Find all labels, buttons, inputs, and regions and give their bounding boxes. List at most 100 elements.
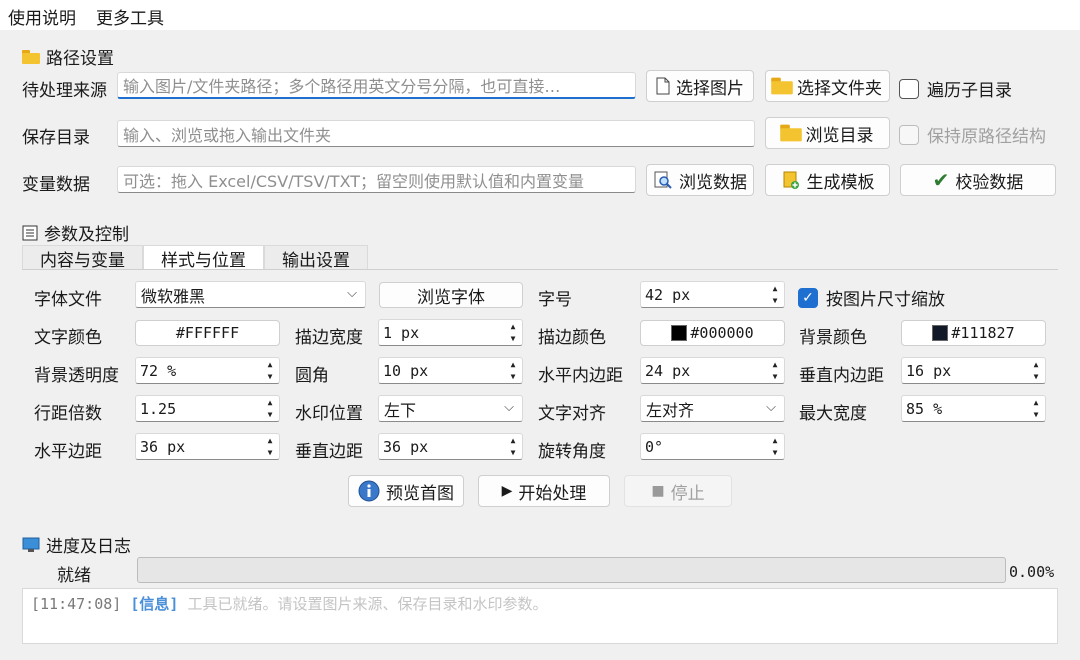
- validate-label: 校验数据: [955, 172, 1024, 193]
- scale-box-checked[interactable]: ✓: [798, 287, 818, 308]
- stepper-arrows-icon[interactable]: ▲ ▼: [1029, 398, 1043, 420]
- stepper-arrows-icon[interactable]: ▲ ▼: [768, 284, 782, 306]
- stepper-arrows-icon[interactable]: ▲ ▼: [263, 436, 277, 458]
- scale-by-image-label: 按图片尺寸缩放: [826, 290, 945, 310]
- rotation-stepper[interactable]: 0° ▲ ▼: [640, 433, 785, 460]
- log-message: 工具已就绪。请设置图片来源、保存目录和水印参数。: [187, 595, 548, 613]
- stepper-arrows-icon[interactable]: ▲ ▼: [768, 436, 782, 458]
- bg-color-swatch: [932, 325, 949, 341]
- browse-data-button[interactable]: 浏览数据: [646, 164, 754, 196]
- h-padding-stepper[interactable]: 24 px ▲ ▼: [640, 357, 785, 384]
- source-input[interactable]: 输入图片/文件夹路径；多个路径用英文分号分隔，也可直接…: [117, 72, 636, 99]
- v-padding-stepper[interactable]: 16 px ▲ ▼: [901, 357, 1046, 384]
- font-file-select[interactable]: 微软雅黑 ⌵: [135, 281, 366, 308]
- position-label: 水印位置: [295, 404, 363, 424]
- radius-stepper[interactable]: 10 px ▲ ▼: [378, 357, 523, 384]
- text-color-value: #FFFFFF: [175, 324, 240, 342]
- stepper-arrows-icon[interactable]: ▲ ▼: [263, 360, 277, 382]
- stepper-arrows-icon[interactable]: ▲ ▼: [506, 360, 520, 382]
- stepper-arrows-icon[interactable]: ▲ ▼: [1029, 360, 1043, 382]
- rotation-value: 0°: [645, 437, 664, 456]
- h-margin-stepper[interactable]: 36 px ▲ ▼: [135, 433, 280, 460]
- stroke-width-label: 描边宽度: [295, 328, 363, 348]
- stepper-arrows-icon[interactable]: ▲ ▼: [506, 322, 520, 344]
- line-spacing-value: 1.25: [140, 399, 177, 418]
- max-width-stepper[interactable]: 85 % ▲ ▼: [901, 395, 1046, 422]
- tab-content-vars[interactable]: 内容与变量: [22, 245, 143, 271]
- select-folder-label: 选择文件夹: [797, 78, 882, 99]
- gen-template-label: 生成模板: [806, 172, 875, 193]
- progress-percent: 0.00%: [1009, 563, 1055, 581]
- radius-label: 圆角: [295, 366, 329, 386]
- list-icon: [22, 225, 38, 240]
- source-placeholder: 输入图片/文件夹路径；多个路径用英文分号分隔，也可直接…: [123, 77, 561, 96]
- browse-font-button[interactable]: 浏览字体: [379, 282, 523, 308]
- preview-label: 预览首图: [386, 483, 454, 504]
- folder-icon: [779, 124, 802, 142]
- start-button[interactable]: ▶ 开始处理: [478, 475, 610, 507]
- browse-font-label: 浏览字体: [417, 287, 485, 308]
- bg-color-button[interactable]: #111827: [901, 320, 1046, 346]
- max-width-label: 最大宽度: [799, 404, 867, 424]
- output-label: 保存目录: [22, 128, 90, 148]
- check-icon: ✔: [932, 168, 950, 192]
- line-spacing-label: 行距倍数: [34, 404, 102, 424]
- align-select[interactable]: 左对齐 ⌵: [640, 395, 785, 422]
- stroke-width-stepper[interactable]: 1 px ▲ ▼: [378, 319, 523, 346]
- browse-dir-button[interactable]: 浏览目录: [765, 117, 890, 149]
- tab-divider: [22, 269, 1058, 270]
- rotation-label: 旋转角度: [538, 442, 606, 462]
- stepper-arrows-icon[interactable]: ▲ ▼: [768, 360, 782, 382]
- select-folder-button[interactable]: 选择文件夹: [765, 70, 890, 102]
- section-params: 参数及控制: [22, 220, 129, 245]
- stepper-arrows-icon[interactable]: ▲ ▼: [263, 398, 277, 420]
- v-margin-label: 垂直边距: [295, 442, 363, 462]
- menu-more-tools[interactable]: 更多工具: [96, 4, 164, 29]
- stop-icon: ■: [651, 483, 665, 499]
- keep-structure-label: 保持原路径结构: [927, 127, 1046, 147]
- select-images-button[interactable]: 选择图片: [646, 70, 754, 102]
- h-padding-label: 水平内边距: [538, 366, 623, 386]
- font-size-stepper[interactable]: 42 px ▲ ▼: [640, 281, 785, 308]
- keep-structure-box[interactable]: [899, 124, 919, 145]
- vars-input[interactable]: 可选：拖入 Excel/CSV/TSV/TXT；留空则使用默认值和内置变量: [117, 166, 636, 193]
- bg-opacity-stepper[interactable]: 72 % ▲ ▼: [135, 357, 280, 384]
- play-icon: ▶: [501, 483, 513, 499]
- font-file-label: 字体文件: [34, 290, 102, 310]
- stroke-color-button[interactable]: #000000: [640, 320, 785, 346]
- gen-template-button[interactable]: 生成模板: [765, 164, 890, 196]
- h-margin-value: 36 px: [140, 437, 186, 456]
- output-input[interactable]: 输入、浏览或拖入输出文件夹: [117, 120, 755, 147]
- info-icon: [358, 480, 380, 502]
- stop-button[interactable]: ■ 停止: [624, 475, 732, 507]
- chevron-down-icon: ⌵: [504, 400, 514, 415]
- bg-color-value: #111827: [951, 324, 1015, 342]
- recurse-checkbox[interactable]: 遍历子目录: [899, 76, 1012, 101]
- bg-color-label: 背景颜色: [799, 328, 867, 348]
- validate-button[interactable]: ✔ 校验数据: [900, 164, 1056, 196]
- log-panel[interactable]: [11:47:08] [信息] 工具已就绪。请设置图片来源、保存目录和水印参数。: [22, 588, 1058, 644]
- scale-by-image-checkbox[interactable]: ✓ 按图片尺寸缩放: [798, 285, 945, 310]
- keep-structure-checkbox[interactable]: 保持原路径结构: [899, 122, 1046, 147]
- tab-style-position[interactable]: 样式与位置: [143, 245, 264, 271]
- search-data-icon: [654, 171, 672, 189]
- text-color-button[interactable]: #FFFFFF: [135, 320, 280, 346]
- recurse-box[interactable]: [899, 78, 919, 99]
- preview-button[interactable]: 预览首图: [348, 475, 464, 507]
- v-margin-value: 36 px: [383, 437, 429, 456]
- log-time: [11:47:08]: [31, 595, 122, 613]
- source-label: 待处理来源: [22, 81, 107, 101]
- section-progress: 进度及日志: [22, 532, 131, 557]
- progress-bar: [137, 557, 1006, 583]
- position-select[interactable]: 左下 ⌵: [378, 395, 523, 422]
- line-spacing-stepper[interactable]: 1.25 ▲ ▼: [135, 395, 280, 422]
- tab-output-settings[interactable]: 输出设置: [264, 245, 368, 271]
- stop-label: 停止: [670, 483, 705, 504]
- max-width-value: 85 %: [906, 399, 943, 418]
- align-label: 文字对齐: [538, 404, 606, 424]
- menu-help[interactable]: 使用说明: [8, 4, 76, 29]
- stepper-arrows-icon[interactable]: ▲ ▼: [506, 436, 520, 458]
- bg-opacity-value: 72 %: [140, 361, 177, 380]
- v-margin-stepper[interactable]: 36 px ▲ ▼: [378, 433, 523, 460]
- folder-icon: [22, 49, 40, 64]
